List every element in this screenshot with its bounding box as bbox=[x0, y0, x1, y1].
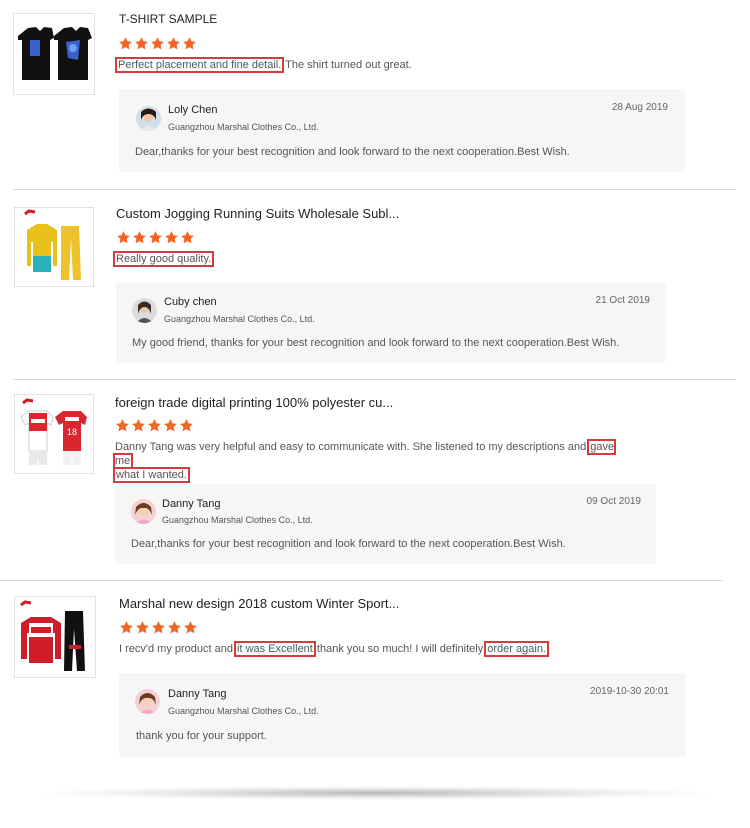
star-rating bbox=[116, 230, 195, 245]
star-icon bbox=[163, 418, 178, 433]
star-icon bbox=[182, 36, 197, 51]
highlighted-phrase: what I wanted. bbox=[113, 467, 190, 483]
star-icon bbox=[183, 620, 198, 635]
reply-company: Guangzhou Marshal Clothes Co., Ltd. bbox=[168, 122, 319, 132]
seller-reply: Danny Tang Guangzhou Marshal Clothes Co.… bbox=[115, 484, 656, 564]
star-icon bbox=[148, 230, 163, 245]
reply-text: My good friend, thanks for your best rec… bbox=[132, 337, 620, 349]
avatar bbox=[132, 298, 157, 323]
reply-company: Guangzhou Marshal Clothes Co., Ltd. bbox=[162, 515, 313, 525]
review-comment: Danny Tang was very helpful and easy to … bbox=[112, 439, 625, 483]
comment-text: thank you so much! I will definitely bbox=[313, 643, 487, 655]
star-icon bbox=[147, 418, 162, 433]
highlighted-phrase: order again. bbox=[484, 641, 549, 657]
avatar bbox=[131, 499, 156, 524]
reply-text: thank you for your support. bbox=[136, 730, 267, 742]
star-icon bbox=[116, 230, 131, 245]
product-title[interactable]: T-SHIRT SAMPLE bbox=[119, 12, 217, 26]
star-icon bbox=[132, 230, 147, 245]
seller-reply: Danny Tang Guangzhou Marshal Clothes Co.… bbox=[119, 673, 686, 757]
seller-reply: Cuby chen Guangzhou Marshal Clothes Co.,… bbox=[116, 282, 666, 363]
star-icon bbox=[166, 36, 181, 51]
bottom-shadow bbox=[40, 786, 710, 800]
product-title[interactable]: Custom Jogging Running Suits Wholesale S… bbox=[116, 206, 399, 221]
jogging-suit-image bbox=[24, 209, 81, 280]
product-title[interactable]: Marshal new design 2018 custom Winter Sp… bbox=[119, 596, 399, 611]
star-icon bbox=[131, 418, 146, 433]
winter-sport-image bbox=[20, 600, 85, 671]
product-thumbnail-polyester-jersey[interactable]: 18 bbox=[14, 394, 94, 474]
comment-text: The shirt turned out great. bbox=[282, 59, 412, 71]
divider bbox=[0, 580, 723, 581]
reply-date: 21 Oct 2019 bbox=[595, 295, 650, 306]
reply-author-name: Danny Tang bbox=[168, 688, 227, 700]
star-icon bbox=[135, 620, 150, 635]
comment-text: I recv'd my product and bbox=[119, 643, 237, 655]
product-thumbnail-winter-sport[interactable] bbox=[14, 596, 96, 678]
reply-text: Dear,thanks for your best recognition an… bbox=[131, 538, 566, 550]
avatar bbox=[136, 106, 161, 131]
product-thumbnail-jogging-suit[interactable] bbox=[14, 207, 94, 287]
star-icon bbox=[118, 36, 133, 51]
star-rating bbox=[115, 418, 194, 433]
star-icon bbox=[179, 418, 194, 433]
reply-author-name: Cuby chen bbox=[164, 296, 217, 308]
divider bbox=[13, 189, 736, 190]
reply-date: 28 Aug 2019 bbox=[611, 102, 668, 113]
divider bbox=[13, 379, 736, 380]
product-thumbnail-tshirt[interactable] bbox=[13, 13, 95, 95]
reply-company: Guangzhou Marshal Clothes Co., Ltd. bbox=[164, 314, 315, 324]
reply-date: 2019-10-30 20:01 bbox=[590, 686, 669, 697]
star-icon bbox=[167, 620, 182, 635]
reply-text: Dear,thanks for your best recognition an… bbox=[135, 146, 570, 158]
reply-company: Guangzhou Marshal Clothes Co., Ltd. bbox=[168, 706, 319, 716]
reply-author-name: Danny Tang bbox=[162, 498, 221, 510]
jersey-image: 18 bbox=[20, 398, 87, 465]
review-comment: I recv'd my product and it was Excellent… bbox=[119, 641, 549, 657]
star-icon bbox=[180, 230, 195, 245]
product-title[interactable]: foreign trade digital printing 100% poly… bbox=[115, 395, 393, 410]
review-comment: Perfect placement and fine detail. The s… bbox=[114, 57, 412, 73]
tshirt-image bbox=[18, 27, 92, 80]
highlighted-phrase: Really good quality. bbox=[112, 251, 215, 267]
avatar bbox=[135, 689, 160, 714]
star-rating bbox=[118, 36, 197, 51]
star-rating bbox=[119, 620, 198, 635]
reply-author-name: Loly Chen bbox=[168, 104, 218, 116]
star-icon bbox=[115, 418, 130, 433]
star-icon bbox=[134, 36, 149, 51]
comment-text: Danny Tang was very helpful and easy to … bbox=[115, 441, 590, 453]
seller-reply: Loly Chen Guangzhou Marshal Clothes Co.,… bbox=[119, 89, 685, 172]
review-comment: Really good quality. bbox=[112, 251, 215, 267]
svg-text:18: 18 bbox=[67, 427, 77, 437]
star-icon bbox=[164, 230, 179, 245]
star-icon bbox=[151, 620, 166, 635]
star-icon bbox=[150, 36, 165, 51]
reply-date: 09 Oct 2019 bbox=[586, 496, 641, 507]
highlighted-phrase: Perfect placement and fine detail. bbox=[114, 57, 285, 73]
star-icon bbox=[119, 620, 134, 635]
highlighted-phrase: it was Excellent bbox=[234, 641, 316, 657]
